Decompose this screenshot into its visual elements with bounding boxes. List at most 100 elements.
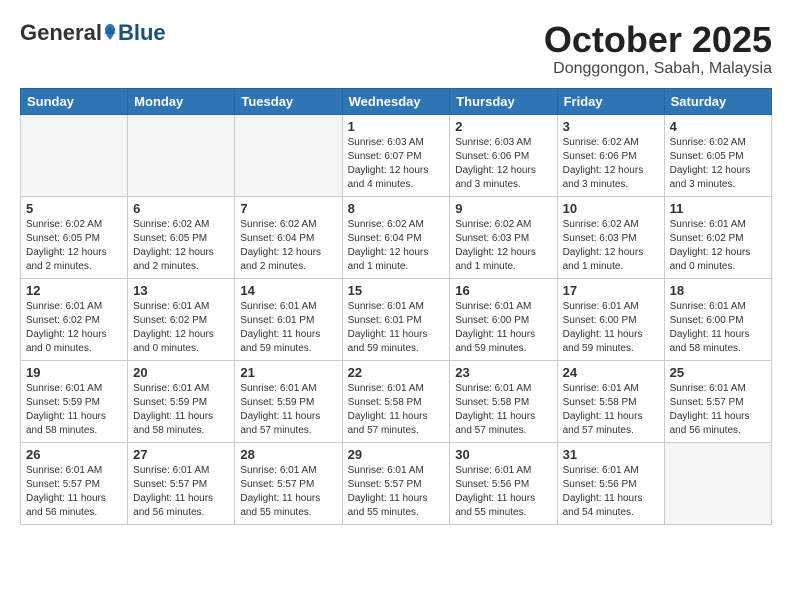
calendar-cell: 17 Sunrise: 6:01 AM Sunset: 6:00 PM Dayli… (557, 278, 664, 360)
calendar-cell: 29 Sunrise: 6:01 AM Sunset: 5:57 PM Dayli… (342, 442, 450, 524)
calendar-cell: 19 Sunrise: 6:01 AM Sunset: 5:59 PM Dayli… (21, 360, 128, 442)
day-number: 28 (240, 447, 336, 462)
calendar-cell (664, 442, 771, 524)
weekday-header-wednesday: Wednesday (342, 88, 450, 114)
calendar-cell: 10 Sunrise: 6:02 AM Sunset: 6:03 PM Dayli… (557, 196, 664, 278)
day-info: Sunrise: 6:01 AM Sunset: 5:58 PM Dayligh… (455, 382, 551, 438)
calendar-cell: 21 Sunrise: 6:01 AM Sunset: 5:59 PM Dayli… (235, 360, 342, 442)
day-number: 21 (240, 365, 336, 380)
day-info: Sunrise: 6:01 AM Sunset: 6:02 PM Dayligh… (133, 300, 229, 356)
day-info: Sunrise: 6:01 AM Sunset: 5:56 PM Dayligh… (455, 464, 551, 520)
calendar-cell: 4 Sunrise: 6:02 AM Sunset: 6:05 PM Daylig… (664, 114, 771, 196)
day-info: Sunrise: 6:02 AM Sunset: 6:04 PM Dayligh… (348, 218, 445, 274)
page-header: General Blue October 2025 Donggongon, Sa… (20, 20, 772, 78)
weekday-header-sunday: Sunday (21, 88, 128, 114)
day-number: 6 (133, 201, 229, 216)
day-info: Sunrise: 6:01 AM Sunset: 6:00 PM Dayligh… (563, 300, 659, 356)
day-number: 17 (563, 283, 659, 298)
day-number: 7 (240, 201, 336, 216)
day-number: 3 (563, 119, 659, 134)
day-info: Sunrise: 6:01 AM Sunset: 6:01 PM Dayligh… (240, 300, 336, 356)
calendar-cell: 11 Sunrise: 6:01 AM Sunset: 6:02 PM Dayli… (664, 196, 771, 278)
weekday-header-friday: Friday (557, 88, 664, 114)
day-number: 31 (563, 447, 659, 462)
day-number: 18 (670, 283, 766, 298)
day-number: 2 (455, 119, 551, 134)
calendar-cell: 24Sunrise: 6:01 AM Sunset: 5:58 PM Dayli… (557, 360, 664, 442)
day-number: 22 (348, 365, 445, 380)
calendar-cell: 22Sunrise: 6:01 AM Sunset: 5:58 PM Dayli… (342, 360, 450, 442)
week-row-5: 26 Sunrise: 6:01 AM Sunset: 5:57 PM Dayli… (21, 442, 772, 524)
day-info: Sunrise: 6:01 AM Sunset: 6:02 PM Dayligh… (670, 218, 766, 274)
calendar-cell: 7 Sunrise: 6:02 AM Sunset: 6:04 PM Daylig… (235, 196, 342, 278)
day-number: 19 (26, 365, 122, 380)
weekday-header-thursday: Thursday (450, 88, 557, 114)
day-number: 20 (133, 365, 229, 380)
calendar-cell: 26 Sunrise: 6:01 AM Sunset: 5:57 PM Dayli… (21, 442, 128, 524)
calendar-cell: 28 Sunrise: 6:01 AM Sunset: 5:57 PM Dayli… (235, 442, 342, 524)
calendar-cell: 6 Sunrise: 6:02 AM Sunset: 6:05 PM Daylig… (128, 196, 235, 278)
logo-general-text: General (20, 20, 102, 46)
week-row-1: 1Sunrise: 6:03 AM Sunset: 6:07 PM Daylig… (21, 114, 772, 196)
calendar-cell: 23Sunrise: 6:01 AM Sunset: 5:58 PM Dayli… (450, 360, 557, 442)
day-info: Sunrise: 6:01 AM Sunset: 5:56 PM Dayligh… (563, 464, 659, 520)
day-info: Sunrise: 6:02 AM Sunset: 6:04 PM Dayligh… (240, 218, 336, 274)
calendar-cell: 15Sunrise: 6:01 AM Sunset: 6:01 PM Dayli… (342, 278, 450, 360)
calendar-cell: 25 Sunrise: 6:01 AM Sunset: 5:57 PM Dayli… (664, 360, 771, 442)
day-info: Sunrise: 6:02 AM Sunset: 6:05 PM Dayligh… (26, 218, 122, 274)
day-number: 12 (26, 283, 122, 298)
day-number: 30 (455, 447, 551, 462)
calendar-cell: 5Sunrise: 6:02 AM Sunset: 6:05 PM Daylig… (21, 196, 128, 278)
day-info: Sunrise: 6:01 AM Sunset: 5:59 PM Dayligh… (26, 382, 122, 438)
day-info: Sunrise: 6:01 AM Sunset: 6:00 PM Dayligh… (455, 300, 551, 356)
week-row-2: 5Sunrise: 6:02 AM Sunset: 6:05 PM Daylig… (21, 196, 772, 278)
weekday-header-monday: Monday (128, 88, 235, 114)
day-info: Sunrise: 6:01 AM Sunset: 6:02 PM Dayligh… (26, 300, 122, 356)
logo: General Blue (20, 20, 166, 46)
weekday-header-saturday: Saturday (664, 88, 771, 114)
calendar-cell: 30 Sunrise: 6:01 AM Sunset: 5:56 PM Dayli… (450, 442, 557, 524)
day-info: Sunrise: 6:02 AM Sunset: 6:03 PM Dayligh… (563, 218, 659, 274)
day-number: 29 (348, 447, 445, 462)
day-info: Sunrise: 6:01 AM Sunset: 5:57 PM Dayligh… (670, 382, 766, 438)
day-info: Sunrise: 6:01 AM Sunset: 5:59 PM Dayligh… (133, 382, 229, 438)
calendar-cell: 2 Sunrise: 6:03 AM Sunset: 6:06 PM Daylig… (450, 114, 557, 196)
calendar-cell: 16Sunrise: 6:01 AM Sunset: 6:00 PM Dayli… (450, 278, 557, 360)
weekday-header-tuesday: Tuesday (235, 88, 342, 114)
day-info: Sunrise: 6:01 AM Sunset: 5:57 PM Dayligh… (26, 464, 122, 520)
day-info: Sunrise: 6:02 AM Sunset: 6:03 PM Dayligh… (455, 218, 551, 274)
day-info: Sunrise: 6:02 AM Sunset: 6:05 PM Dayligh… (133, 218, 229, 274)
calendar-table: SundayMondayTuesdayWednesdayThursdayFrid… (20, 88, 772, 525)
calendar-cell: 18Sunrise: 6:01 AM Sunset: 6:00 PM Dayli… (664, 278, 771, 360)
day-number: 4 (670, 119, 766, 134)
day-number: 25 (670, 365, 766, 380)
logo-blue-text: Blue (118, 20, 166, 46)
calendar-cell: 27 Sunrise: 6:01 AM Sunset: 5:57 PM Dayli… (128, 442, 235, 524)
day-info: Sunrise: 6:01 AM Sunset: 5:57 PM Dayligh… (240, 464, 336, 520)
day-number: 27 (133, 447, 229, 462)
calendar-cell: 14 Sunrise: 6:01 AM Sunset: 6:01 PM Dayli… (235, 278, 342, 360)
day-info: Sunrise: 6:01 AM Sunset: 5:59 PM Dayligh… (240, 382, 336, 438)
day-info: Sunrise: 6:01 AM Sunset: 5:57 PM Dayligh… (348, 464, 445, 520)
day-number: 26 (26, 447, 122, 462)
day-number: 10 (563, 201, 659, 216)
day-info: Sunrise: 6:01 AM Sunset: 5:57 PM Dayligh… (133, 464, 229, 520)
day-number: 1 (348, 119, 445, 134)
calendar-cell: 31 Sunrise: 6:01 AM Sunset: 5:56 PM Dayli… (557, 442, 664, 524)
day-info: Sunrise: 6:03 AM Sunset: 6:06 PM Dayligh… (455, 136, 551, 192)
day-number: 11 (670, 201, 766, 216)
calendar-cell: 9 Sunrise: 6:02 AM Sunset: 6:03 PM Daylig… (450, 196, 557, 278)
calendar-cell: 13 Sunrise: 6:01 AM Sunset: 6:02 PM Dayli… (128, 278, 235, 360)
location: Donggongon, Sabah, Malaysia (544, 60, 772, 78)
logo-icon (103, 24, 117, 42)
day-number: 13 (133, 283, 229, 298)
month-title: October 2025 (544, 20, 772, 60)
day-number: 14 (240, 283, 336, 298)
calendar-cell: 8Sunrise: 6:02 AM Sunset: 6:04 PM Daylig… (342, 196, 450, 278)
calendar-cell (21, 114, 128, 196)
calendar-cell (235, 114, 342, 196)
day-info: Sunrise: 6:02 AM Sunset: 6:05 PM Dayligh… (670, 136, 766, 192)
calendar-cell: 3 Sunrise: 6:02 AM Sunset: 6:06 PM Daylig… (557, 114, 664, 196)
day-number: 9 (455, 201, 551, 216)
day-info: Sunrise: 6:02 AM Sunset: 6:06 PM Dayligh… (563, 136, 659, 192)
